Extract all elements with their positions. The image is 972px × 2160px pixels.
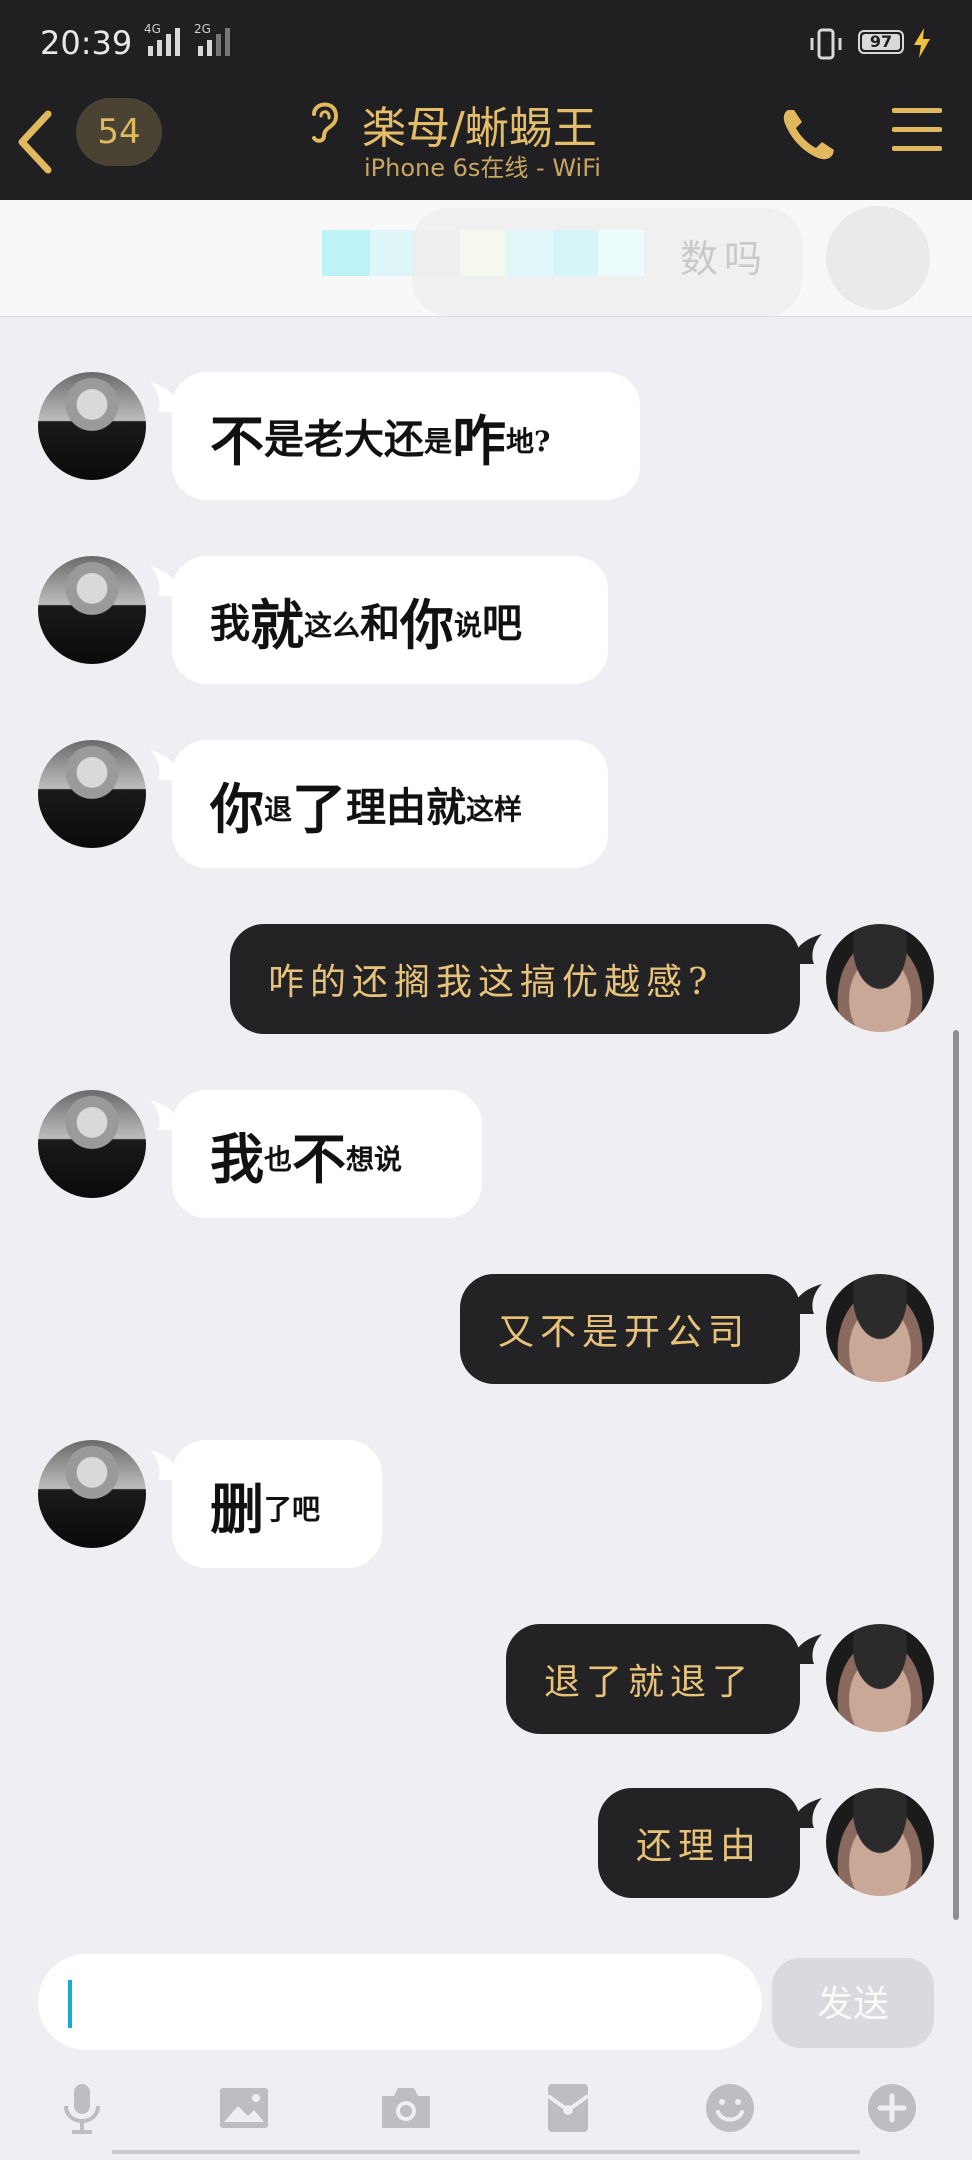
message-text-fragment: 你 (210, 776, 264, 841)
vibrate-icon (810, 28, 842, 60)
message-bubble-outgoing[interactable]: 还理由 (598, 1788, 800, 1898)
message-input[interactable] (38, 1954, 762, 2050)
message-bubble-incoming[interactable]: 我就这么和你说吧 (172, 556, 608, 684)
send-button[interactable]: 发送 (772, 1958, 934, 2048)
message-bubble-incoming[interactable]: 删了吧 (172, 1440, 382, 1568)
avatar (826, 206, 930, 310)
chat-title: 楽母/蜥蜴王 (362, 103, 597, 154)
earpiece-mode-icon[interactable] (306, 96, 342, 144)
bubble-tail (792, 1284, 822, 1314)
message-text-fragment: 这么 (304, 609, 361, 642)
message-text-fragment: 理由就 (346, 784, 467, 831)
message-bubble-incoming[interactable]: 你退了理由就 这样 (172, 740, 608, 868)
message-text-fragment: 和 (360, 600, 401, 647)
message-text-fragment: 了吧 (264, 1493, 321, 1526)
red-packet-icon[interactable] (538, 2078, 598, 2138)
unread-count-badge[interactable]: 54 (76, 98, 162, 166)
message-text-fragment: 咋 (452, 408, 507, 473)
avatar[interactable] (826, 1788, 934, 1896)
pinned-text: 数吗 (680, 237, 769, 281)
plus-icon[interactable] (862, 2078, 922, 2138)
message-text-fragment: 是老大还 (264, 416, 424, 463)
chat-subtitle: iPhone 6s在线 - WiFi (364, 154, 601, 182)
message-text-fragment: 这样 (466, 793, 523, 826)
message-text-fragment: 也 (264, 1143, 293, 1176)
avatar[interactable] (826, 1274, 934, 1382)
message-text-fragment: 不 (210, 408, 264, 473)
scrollbar[interactable] (953, 1030, 959, 1920)
status-time: 20:39 (40, 24, 133, 62)
message-text-fragment: 吧 (482, 600, 523, 647)
message-text-fragment: 地? (506, 425, 551, 458)
status-bar: 20:39 4G 2G 97 (0, 0, 972, 88)
avatar[interactable] (38, 740, 146, 848)
message-text-fragment: 删 (210, 1476, 264, 1541)
message-text-fragment: 就 (250, 592, 304, 657)
avatar[interactable] (826, 1624, 934, 1732)
charging-icon (914, 28, 930, 58)
image-icon[interactable] (214, 2078, 274, 2138)
message-text-fragment: 退 (264, 793, 293, 826)
avatar[interactable] (38, 556, 146, 664)
menu-icon[interactable] (892, 108, 942, 152)
avatar[interactable] (826, 924, 934, 1032)
message-text-fragment: 是 (424, 425, 453, 458)
mic-icon[interactable] (52, 2078, 112, 2138)
message-bubble-incoming[interactable]: 我也不想说 (172, 1090, 482, 1218)
avatar[interactable] (38, 1090, 146, 1198)
message-bubble-outgoing[interactable]: 咋的还搁我这搞优越感? (230, 924, 800, 1034)
avatar[interactable] (38, 372, 146, 480)
message-text-fragment: 你 (400, 592, 455, 657)
battery-icon: 97 (858, 30, 904, 54)
message-text-fragment: 想说 (346, 1143, 403, 1176)
bubble-tail (792, 1798, 822, 1828)
cellular-signal-icon: 4G (144, 22, 180, 56)
emoji-icon[interactable] (700, 2078, 760, 2138)
text-caret (68, 1980, 72, 2028)
back-arrow-icon[interactable] (14, 102, 54, 182)
toolbar-divider (112, 2150, 860, 2154)
camera-icon[interactable] (376, 2078, 436, 2138)
message-text-fragment: 我 (210, 1126, 264, 1191)
phone-call-icon[interactable] (778, 104, 838, 164)
cellular-signal-2-icon: 2G (194, 22, 230, 56)
message-bubble-outgoing[interactable]: 又不是开公司 (460, 1274, 800, 1384)
pinned-message-bar[interactable]: 数吗 (0, 200, 972, 317)
message-bubble-outgoing[interactable]: 退了就退了 (506, 1624, 800, 1734)
avatar[interactable] (38, 1440, 146, 1548)
message-bubble-incoming[interactable]: 不是老大还是咋地? (172, 372, 640, 500)
message-text-fragment: 不 (292, 1126, 347, 1191)
bubble-tail (792, 1634, 822, 1664)
bubble-tail (792, 934, 822, 964)
message-text-fragment: 我 (210, 600, 250, 647)
message-text-fragment: 了 (292, 776, 347, 841)
message-text-fragment: 说 (454, 609, 483, 642)
